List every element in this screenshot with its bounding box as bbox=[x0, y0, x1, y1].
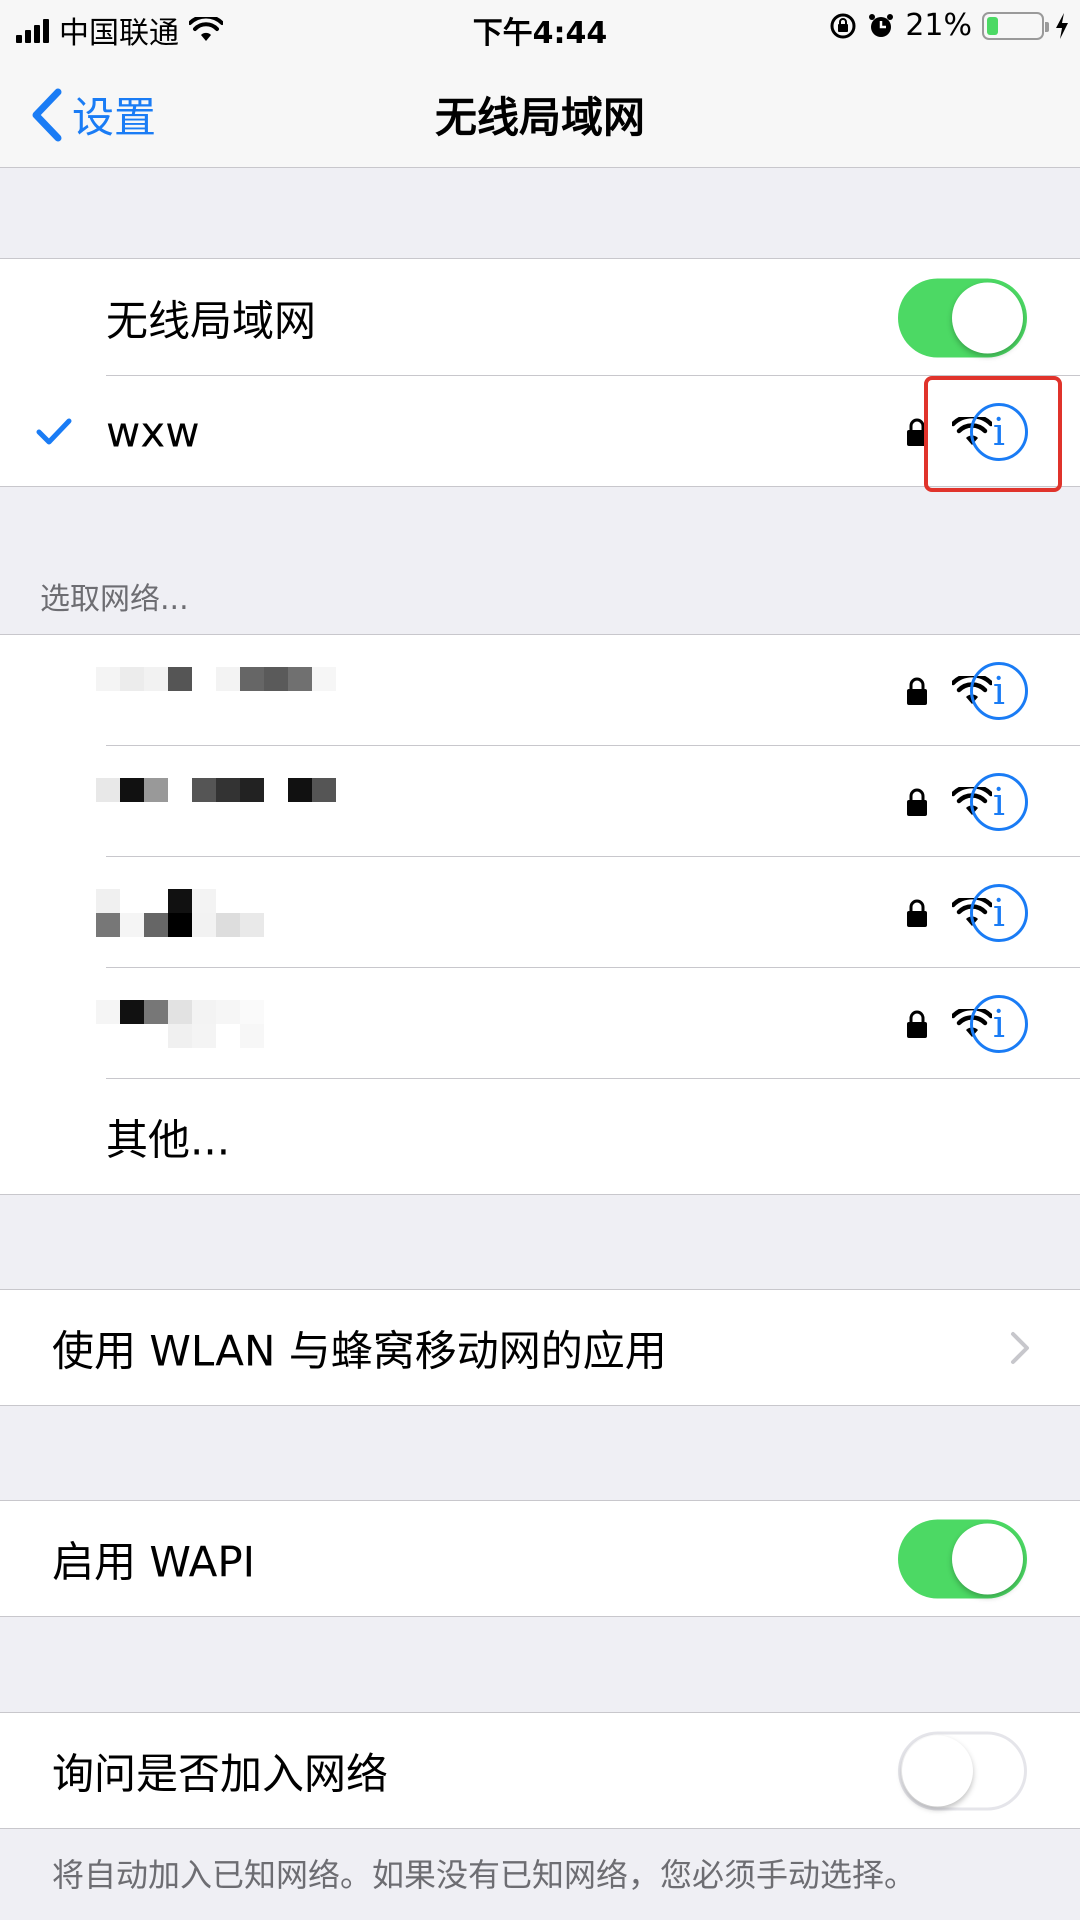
navigation-bar: 设置 无线局域网 bbox=[0, 54, 1080, 168]
ask-join-row: 询问是否加入网络 bbox=[0, 1713, 1080, 1828]
network-name-redacted bbox=[96, 777, 336, 826]
section-header-choose-network: 选取网络... bbox=[40, 582, 189, 617]
apps-wlan-label: 使用 WLAN 与蜂窝移动网的应用 bbox=[52, 1326, 667, 1375]
lock-icon bbox=[907, 788, 927, 816]
page-title: 无线局域网 bbox=[434, 93, 645, 142]
ask-join-footer: 将自动加入已知网络。如果没有已知网络，您必须手动选择。 bbox=[52, 1856, 917, 1894]
other-network-label: 其他... bbox=[106, 1115, 231, 1164]
wifi-toggle[interactable] bbox=[898, 278, 1027, 357]
battery-percent: 21% bbox=[905, 8, 972, 43]
ask-join-group: 询问是否加入网络 bbox=[0, 1712, 1080, 1829]
battery-icon bbox=[982, 11, 1049, 40]
status-bar: 中国联通 下午4:44 21% bbox=[0, 0, 1080, 54]
wapi-group: 启用 WAPI bbox=[0, 1500, 1080, 1617]
network-name-redacted bbox=[96, 888, 312, 937]
network-info-button[interactable]: i bbox=[970, 994, 1028, 1053]
lock-icon bbox=[907, 1010, 927, 1038]
wifi-toggle-row: 无线局域网 bbox=[0, 259, 1080, 376]
wifi-group: 无线局域网 wxw i bbox=[0, 258, 1080, 487]
other-network-row[interactable]: 其他... bbox=[0, 1079, 1080, 1194]
wapi-row: 启用 WAPI bbox=[0, 1501, 1080, 1616]
highlight-box bbox=[924, 376, 1062, 492]
network-row[interactable]: i bbox=[0, 635, 1080, 746]
ask-join-label: 询问是否加入网络 bbox=[52, 1749, 389, 1798]
network-row[interactable]: i bbox=[0, 746, 1080, 857]
orientation-lock-icon bbox=[830, 13, 856, 38]
apps-wlan-row[interactable]: 使用 WLAN 与蜂窝移动网的应用 bbox=[0, 1290, 1080, 1405]
network-row[interactable]: i bbox=[0, 968, 1080, 1079]
network-name-redacted bbox=[96, 666, 336, 715]
network-name-redacted bbox=[96, 999, 288, 1048]
apps-wlan-group: 使用 WLAN 与蜂窝移动网的应用 bbox=[0, 1289, 1080, 1406]
wifi-toggle-label: 无线局域网 bbox=[106, 296, 317, 345]
ask-join-toggle[interactable] bbox=[898, 1731, 1027, 1810]
lock-icon bbox=[907, 677, 927, 705]
wapi-label: 启用 WAPI bbox=[52, 1537, 256, 1586]
connected-network-row[interactable]: wxw i bbox=[0, 376, 1080, 487]
charging-icon bbox=[1056, 12, 1068, 39]
status-bar-right: 21% bbox=[829, 8, 1070, 43]
network-info-button[interactable]: i bbox=[970, 883, 1028, 942]
alarm-icon bbox=[869, 13, 894, 37]
network-row[interactable]: i bbox=[0, 857, 1080, 968]
network-info-button[interactable]: i bbox=[970, 772, 1028, 831]
wapi-toggle[interactable] bbox=[898, 1519, 1027, 1598]
connected-network-name: wxw bbox=[106, 407, 200, 456]
network-list: i i i i 其他... bbox=[0, 634, 1080, 1195]
checkmark-icon bbox=[36, 418, 72, 444]
lock-icon bbox=[907, 899, 927, 927]
chevron-right-icon bbox=[1011, 1331, 1029, 1364]
network-info-button[interactable]: i bbox=[970, 661, 1028, 720]
